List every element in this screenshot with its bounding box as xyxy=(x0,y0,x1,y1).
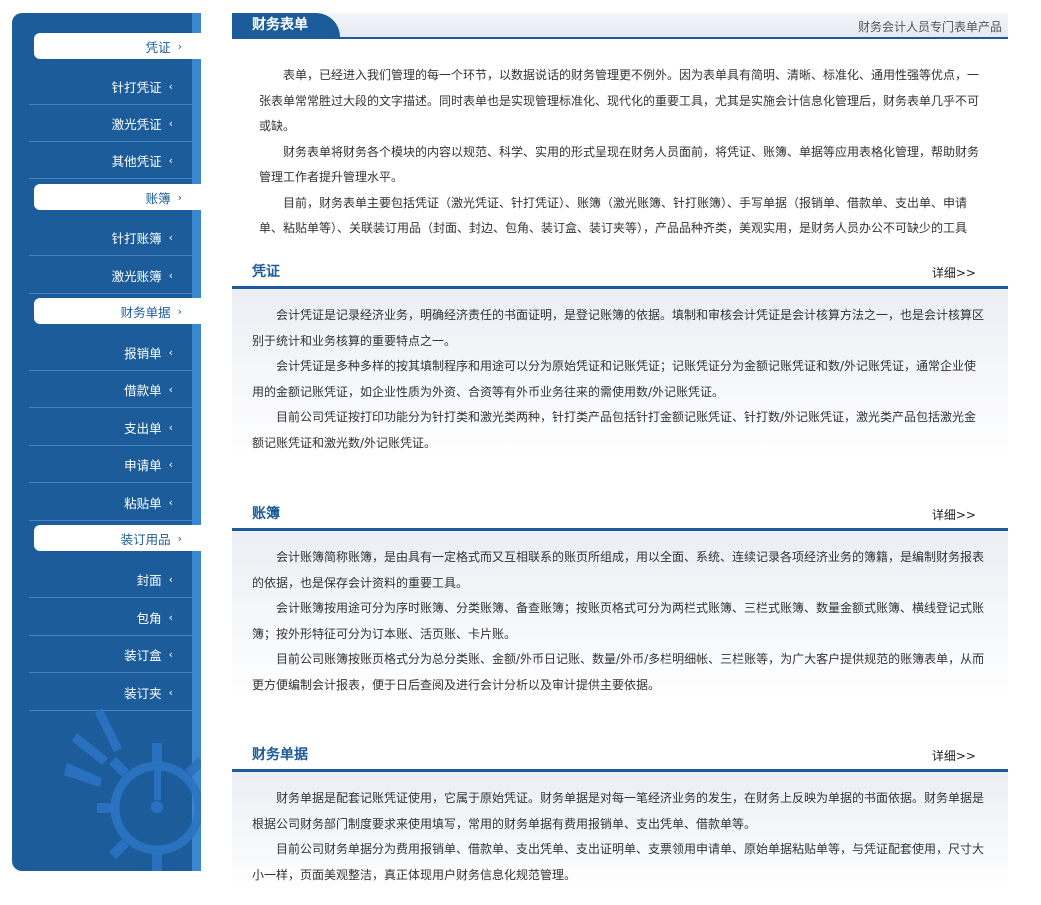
section-header: 凭证 详细>> xyxy=(232,260,1008,289)
more-link[interactable]: 详细>> xyxy=(932,264,976,281)
chevron-left-icon: ‹ xyxy=(168,610,173,624)
section-body: 会计凭证是记录经济业务，明确经济责任的书面证明，是登记账簿的依据。填制和审核会计… xyxy=(232,289,1008,460)
sidebar-item[interactable]: 激光账簿 ‹ xyxy=(29,257,192,294)
sidebar-item-label: 其他凭证 xyxy=(111,153,162,169)
chevron-right-icon: › xyxy=(177,531,182,545)
page-title: 财务表单 xyxy=(232,13,340,37)
main-content: 财务表单 财务会计人员专门表单产品 表单，已经进入我们管理的每一个环节，以数据说… xyxy=(232,13,1008,892)
sidebar-item[interactable]: 借款单 ‹ xyxy=(29,371,192,408)
sidebar: 凭证 › 针打凭证 ‹ 激光凭证 ‹ 其他凭证 ‹ 账簿 › 针打账簿 ‹ 激光账簿 ‹ 财务单据 › 报销单 ‹… xyxy=(12,13,201,871)
chevron-left-icon: ‹ xyxy=(168,116,173,130)
sidebar-item-label: 装订盒 xyxy=(124,647,162,663)
section-ledger: 账簿 详细>> 会计账簿简称账簿，是由具有一定格式而又互相联系的账页所组成，用以… xyxy=(232,502,1008,702)
intro-paragraph: 表单，已经进入我们管理的每一个环节，以数据说话的财务管理更不例外。因为表单具有简… xyxy=(259,68,980,133)
chevron-left-icon: ‹ xyxy=(168,420,173,434)
sidebar-item-label: 装订夹 xyxy=(124,685,162,701)
sidebar-category[interactable]: 凭证 › xyxy=(34,33,201,59)
chevron-left-icon: ‹ xyxy=(168,79,173,93)
chevron-left-icon: ‹ xyxy=(168,572,173,586)
section-paragraph: 会计凭证是记录经济业务，明确经济责任的书面证明，是登记账簿的依据。填制和审核会计… xyxy=(252,308,985,348)
section-paragraph: 财务单据是配套记账凭证使用，它属于原始凭证。财务单据是对每一笔经济业务的发生，在… xyxy=(252,791,985,831)
chevron-right-icon: › xyxy=(177,304,182,318)
page-header: 财务表单 财务会计人员专门表单产品 xyxy=(232,13,1008,39)
more-link[interactable]: 详细>> xyxy=(932,747,976,764)
section-paragraph: 目前公司财务单据分为费用报销单、借款单、支出凭单、支出证明单、支票领用申请单、原… xyxy=(252,842,985,882)
chevron-left-icon: ‹ xyxy=(168,345,173,359)
sidebar-item[interactable]: 报销单 ‹ xyxy=(29,334,192,371)
sidebar-item-label: 装订用品 xyxy=(120,531,171,547)
gear-decoration-icon xyxy=(64,708,201,871)
sidebar-category[interactable]: 账簿 › xyxy=(34,184,201,210)
sidebar-item-label: 粘贴单 xyxy=(124,495,162,511)
section-header: 账簿 详细>> xyxy=(232,502,1008,531)
sidebar-item-label: 凭证 xyxy=(145,39,171,55)
sidebar-category[interactable]: 装订用品 › xyxy=(34,525,201,551)
sidebar-item[interactable]: 支出单 ‹ xyxy=(29,409,192,446)
sidebar-item-label: 支出单 xyxy=(124,420,162,436)
more-link[interactable]: 详细>> xyxy=(932,506,976,523)
section-paragraph: 会计账簿按用途可分为序时账簿、分类账簿、备查账簿；按账页格式可分为两栏式账簿、三… xyxy=(252,601,985,641)
sidebar-item[interactable]: 针打凭证 ‹ xyxy=(29,68,192,105)
sidebar-item[interactable]: 封面 ‹ xyxy=(29,561,192,598)
page-subtitle: 财务会计人员专门表单产品 xyxy=(857,20,1002,34)
section-paragraph: 会计凭证是多种多样的按其填制程序和用途可以分为原始凭证和记账凭证；记账凭证分为金… xyxy=(252,359,977,399)
sidebar-item-label: 激光账簿 xyxy=(111,268,162,284)
chevron-left-icon: ‹ xyxy=(168,268,173,282)
chevron-left-icon: ‹ xyxy=(168,153,173,167)
sidebar-item[interactable]: 粘贴单 ‹ xyxy=(29,484,192,521)
sidebar-item-label: 封面 xyxy=(136,572,162,588)
sidebar-item[interactable]: 装订盒 ‹ xyxy=(29,636,192,673)
chevron-left-icon: ‹ xyxy=(168,685,173,699)
chevron-left-icon: ‹ xyxy=(168,382,173,396)
sidebar-item[interactable]: 其他凭证 ‹ xyxy=(29,142,192,179)
sidebar-item[interactable]: 针打账簿 ‹ xyxy=(29,219,192,256)
sidebar-item[interactable]: 包角 ‹ xyxy=(29,599,192,636)
sidebar-category[interactable]: 财务单据 › xyxy=(34,298,201,324)
sidebar-item-label: 针打账簿 xyxy=(111,230,162,246)
chevron-left-icon: ‹ xyxy=(168,230,173,244)
chevron-left-icon: ‹ xyxy=(168,647,173,661)
section-body: 财务单据是配套记账凭证使用，它属于原始凭证。财务单据是对每一笔经济业务的发生，在… xyxy=(232,772,1008,892)
sidebar-item[interactable]: 激光凭证 ‹ xyxy=(29,105,192,142)
sidebar-item-label: 包角 xyxy=(136,610,162,626)
intro-paragraph: 财务表单将财务各个模块的内容以规范、科学、实用的形式呈现在财务人员面前，将凭证、… xyxy=(259,144,980,185)
section-paragraph: 目前公司账簿按账页格式分为总分类账、金额/外币日记账、数量/外币/多栏明细帐、三… xyxy=(252,652,985,692)
intro-paragraph: 目前，财务表单主要包括凭证（激光凭证、针打凭证）、账簿（激光账簿、针打账簿）、手… xyxy=(259,195,968,236)
section-body: 会计账簿简称账簿，是由具有一定格式而又互相联系的账页所组成，用以全面、系统、连续… xyxy=(232,531,1008,702)
sidebar-item-label: 激光凭证 xyxy=(111,116,162,132)
sidebar-item[interactable]: 申请单 ‹ xyxy=(29,446,192,483)
section-paragraph: 目前公司凭证按打印功能分为针打类和激光类两种，针打类产品包括针打金额记账凭证、针… xyxy=(252,410,977,450)
sidebar-item-label: 针打凭证 xyxy=(111,79,162,95)
section-documents: 财务单据 详细>> 财务单据是配套记账凭证使用，它属于原始凭证。财务单据是对每一… xyxy=(232,743,1008,892)
intro-block: 表单，已经进入我们管理的每一个环节，以数据说话的财务管理更不例外。因为表单具有简… xyxy=(232,39,1008,242)
section-header: 财务单据 详细>> xyxy=(232,743,1008,772)
chevron-right-icon: › xyxy=(177,39,182,53)
sidebar-bottom xyxy=(12,871,201,905)
sidebar-item-label: 财务单据 xyxy=(120,304,171,320)
sidebar-item-label: 账簿 xyxy=(145,190,171,206)
section-title: 财务单据 xyxy=(252,747,308,763)
sidebar-item-label: 报销单 xyxy=(124,345,162,361)
chevron-left-icon: ‹ xyxy=(168,457,173,471)
section-title: 凭证 xyxy=(252,264,280,280)
chevron-left-icon: ‹ xyxy=(168,495,173,509)
section-title: 账簿 xyxy=(252,506,280,522)
chevron-right-icon: › xyxy=(177,190,182,204)
sidebar-item-label: 申请单 xyxy=(124,457,162,473)
section-paragraph: 会计账簿简称账簿，是由具有一定格式而又互相联系的账页所组成，用以全面、系统、连续… xyxy=(252,550,985,590)
sidebar-item-label: 借款单 xyxy=(124,382,162,398)
section-voucher: 凭证 详细>> 会计凭证是记录经济业务，明确经济责任的书面证明，是登记账簿的依据… xyxy=(232,260,1008,460)
